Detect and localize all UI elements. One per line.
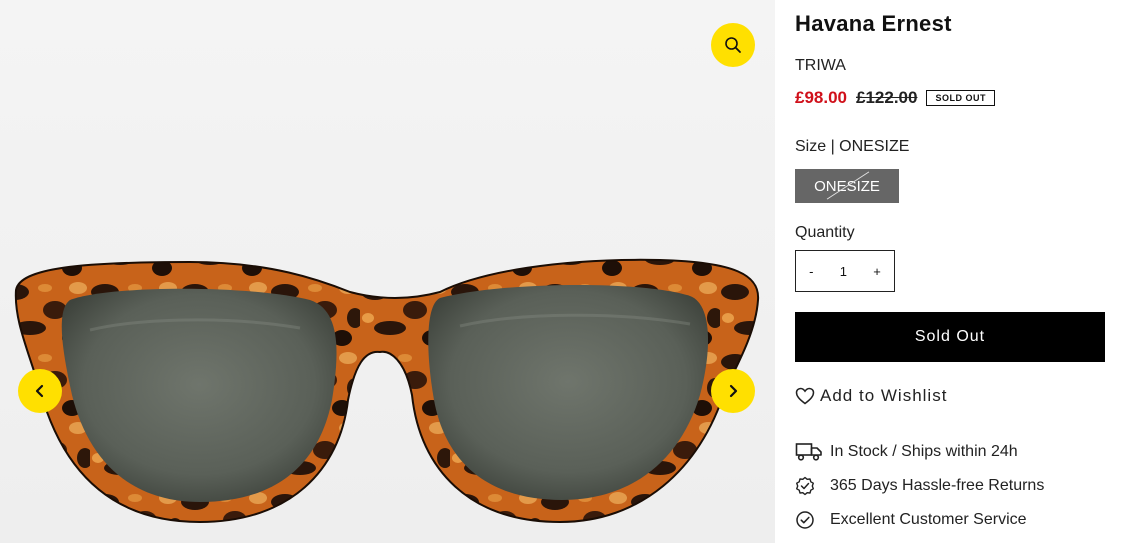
product-gallery (0, 0, 775, 543)
feature-returns: 365 Days Hassle-free Returns (795, 476, 1044, 496)
heart-icon (795, 387, 815, 405)
feature-service: Excellent Customer Service (795, 510, 1027, 530)
badge-check-icon (795, 476, 825, 496)
quantity-increase-button[interactable]: + (873, 264, 881, 279)
original-price: £122.00 (856, 88, 918, 107)
sale-price: £98.00 (795, 88, 847, 107)
feature-service-label: Excellent Customer Service (830, 511, 1027, 528)
price-row: £98.00 £122.00 SOLD OUT (795, 88, 995, 108)
quantity-decrease-button[interactable]: - (809, 264, 813, 279)
product-title: Havana Ernest (795, 11, 952, 36)
sold-out-button[interactable]: Sold Out (795, 312, 1105, 362)
quantity-stepper: - 1 + (795, 250, 895, 292)
add-to-wishlist-button[interactable]: Add to Wishlist (795, 386, 947, 406)
feature-shipping: In Stock / Ships within 24h (795, 442, 1018, 462)
feature-shipping-label: In Stock / Ships within 24h (830, 443, 1018, 460)
product-image-sunglasses (0, 0, 775, 543)
sold-out-badge: SOLD OUT (926, 90, 995, 106)
magnifier-icon (725, 37, 741, 53)
quantity-input[interactable]: 1 (840, 264, 847, 279)
zoom-button[interactable] (711, 23, 755, 67)
circle-check-icon (795, 510, 825, 530)
wishlist-label: Add to Wishlist (820, 386, 948, 405)
next-image-button[interactable] (711, 369, 755, 413)
truck-icon (795, 442, 825, 462)
chevron-right-icon (729, 384, 738, 398)
quantity-label: Quantity (795, 224, 855, 241)
product-brand[interactable]: TRIWA (795, 57, 846, 75)
size-option-onesize[interactable]: ONESIZE (795, 169, 899, 203)
chevron-left-icon (35, 384, 44, 398)
previous-image-button[interactable] (18, 369, 62, 413)
size-label: Size | ONESIZE (795, 138, 910, 155)
feature-returns-label: 365 Days Hassle-free Returns (830, 477, 1045, 494)
